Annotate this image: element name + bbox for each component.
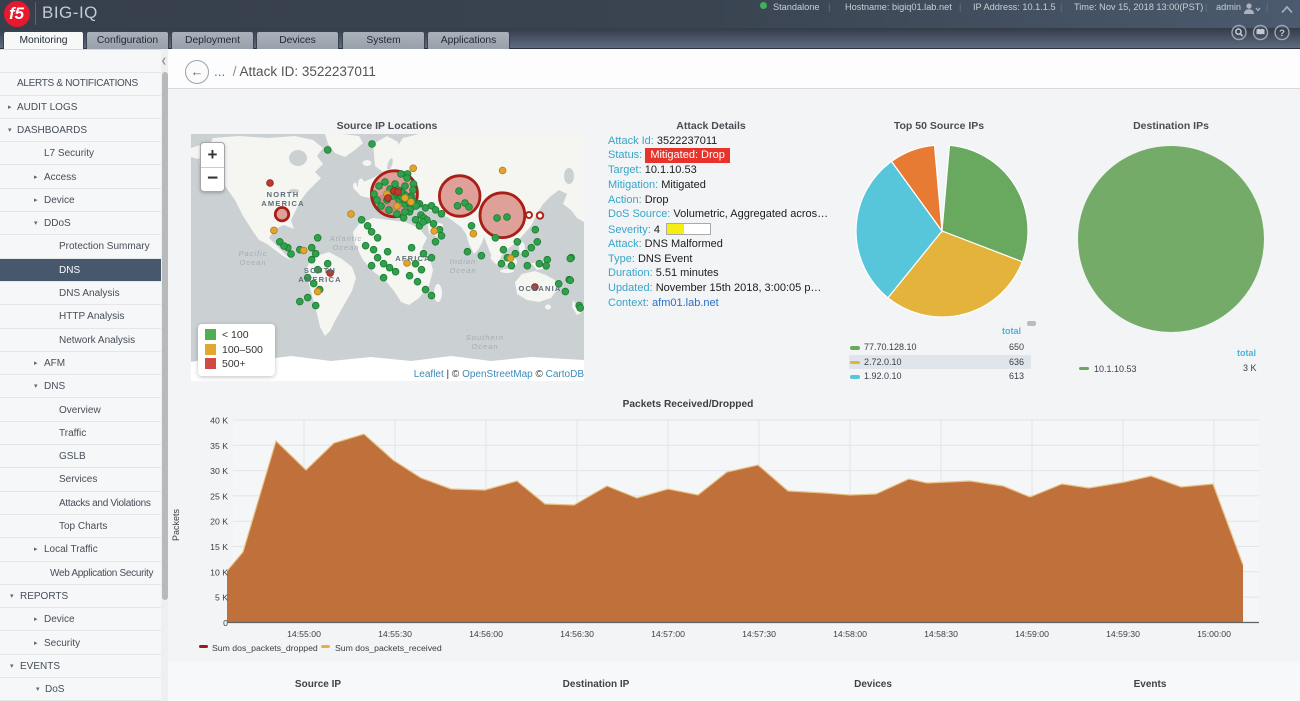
svg-text:Ocean: Ocean — [471, 342, 498, 351]
svg-text:Ocean: Ocean — [449, 266, 476, 275]
svg-text:14:59:00: 14:59:00 — [1015, 629, 1049, 639]
svg-text:OCEANIA: OCEANIA — [519, 284, 562, 293]
svg-text:14:57:00: 14:57:00 — [651, 629, 685, 639]
svg-text:AMERICA: AMERICA — [298, 275, 341, 284]
svg-text:Sum dos_packets_dropped: Sum dos_packets_dropped — [212, 643, 318, 653]
svg-text:NORTH: NORTH — [267, 190, 300, 199]
svg-text:15:00:00: 15:00:00 — [1197, 629, 1231, 639]
svg-text:25 K: 25 K — [210, 491, 228, 501]
svg-text:AFRICA: AFRICA — [395, 254, 431, 263]
svg-text:Pacific: Pacific — [238, 249, 267, 258]
svg-text:14:59:30: 14:59:30 — [1106, 629, 1140, 639]
svg-text:Ocean: Ocean — [239, 258, 266, 267]
svg-text:?: ? — [1279, 28, 1285, 39]
svg-text:Ocean: Ocean — [332, 243, 359, 252]
svg-text:35 K: 35 K — [210, 441, 228, 451]
svg-text:0: 0 — [223, 618, 228, 628]
svg-text:Packets: Packets — [171, 508, 181, 541]
svg-text:14:58:30: 14:58:30 — [924, 629, 958, 639]
svg-text:30 K: 30 K — [210, 466, 228, 476]
svg-text:5 K: 5 K — [215, 593, 228, 603]
svg-text:Indian: Indian — [450, 257, 476, 266]
svg-text:Southern: Southern — [466, 333, 504, 342]
svg-text:15 K: 15 K — [210, 542, 228, 552]
svg-text:14:58:00: 14:58:00 — [833, 629, 867, 639]
svg-text:Atlantic: Atlantic — [329, 234, 363, 243]
svg-text:10 K: 10 K — [210, 567, 228, 577]
svg-text:14:56:30: 14:56:30 — [560, 629, 594, 639]
svg-text:20 K: 20 K — [210, 517, 228, 527]
svg-text:Sum dos_packets_received: Sum dos_packets_received — [335, 643, 442, 653]
svg-text:14:56:00: 14:56:00 — [469, 629, 503, 639]
svg-text:14:55:00: 14:55:00 — [287, 629, 321, 639]
svg-text:14:57:30: 14:57:30 — [742, 629, 776, 639]
svg-text:14:55:30: 14:55:30 — [378, 629, 412, 639]
svg-text:AMERICA: AMERICA — [261, 199, 304, 208]
svg-text:SOUTH: SOUTH — [304, 266, 336, 275]
svg-text:40 K: 40 K — [210, 416, 228, 426]
